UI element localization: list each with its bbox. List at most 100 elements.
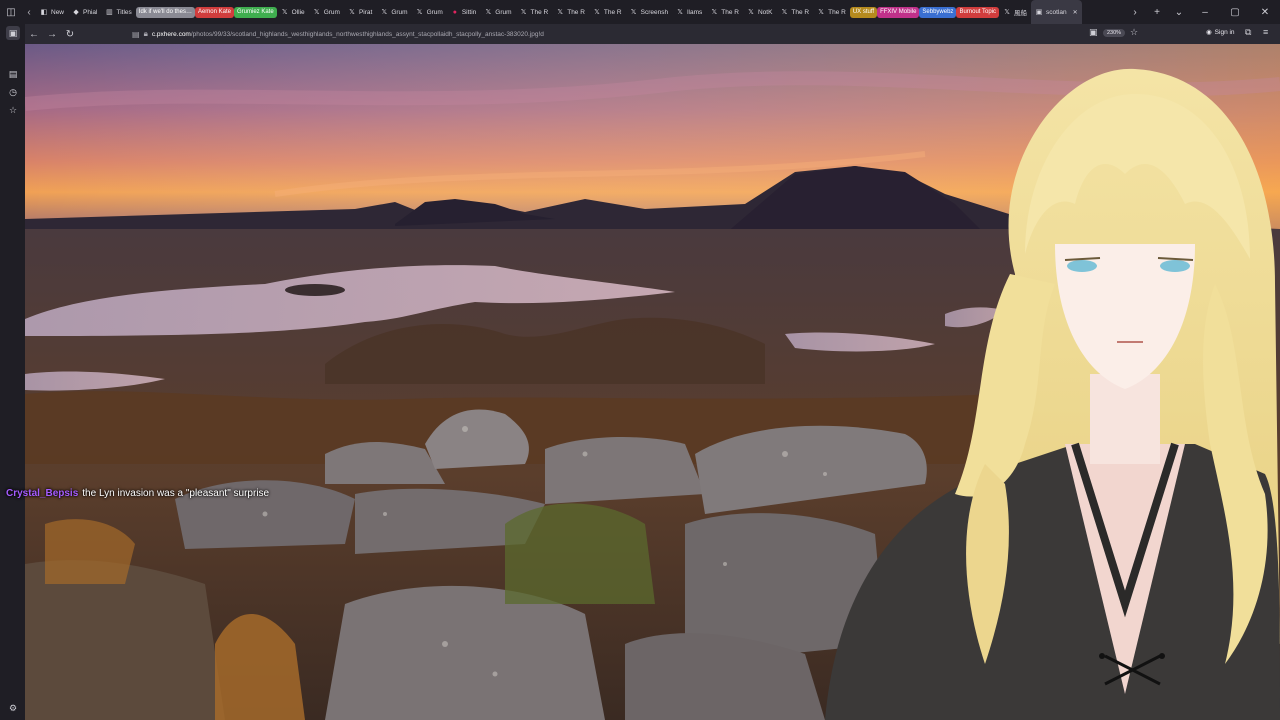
tab-label: Phial — [83, 8, 98, 16]
x-icon: 𝕏 — [748, 9, 754, 16]
tab-9[interactable]: 𝕏 Grum — [376, 0, 411, 24]
browser-sidebar: ▣ ▤ ◷ ☆ ⚙ — [0, 24, 25, 720]
sidebar-library-icon[interactable]: ▤ — [6, 67, 20, 81]
x-icon: 𝕏 — [781, 9, 788, 16]
tab-21[interactable]: 𝕏 The R — [813, 0, 850, 24]
tab-0[interactable]: ◧ New — [36, 0, 68, 24]
tab-group-5[interactable]: Grumiez Kate — [233, 0, 277, 24]
tab-group-4[interactable]: Aemon Kate — [194, 0, 234, 24]
tab-list: ◧ New ◆ Phial ▥ Titles Idk if we'll do thes… Ae… — [36, 0, 1124, 24]
tab-17[interactable]: 𝕏llams — [672, 0, 706, 24]
tab-group-3[interactable]: Idk if we'll do thes… — [135, 0, 195, 24]
tab-19[interactable]: 𝕏 NotK — [743, 0, 776, 24]
x-icon: 𝕏 — [594, 9, 600, 16]
x-icon: 𝕏 — [349, 9, 355, 16]
extensions-icon[interactable]: ⧉ — [1245, 27, 1251, 38]
back-button[interactable]: ← — [25, 29, 43, 40]
tab-26[interactable]: 𝕏 風船 — [999, 0, 1031, 24]
tab-14[interactable]: 𝕏 The R — [552, 0, 589, 24]
tabs-scroll-right-icon[interactable]: › — [1124, 7, 1146, 18]
sidebar-settings-icon[interactable]: ⚙ — [6, 701, 20, 715]
landscape-photo — [25, 44, 1280, 720]
address-bar[interactable]: ▤ 🔒︎ c.pxhere.com/photos/99/33/scotland_… — [132, 27, 1082, 41]
tab-group-label: Aemon Kate — [194, 6, 234, 18]
tab-label: The R — [567, 8, 585, 16]
url-path: /photos/99/33/scotland_highlands_westhig… — [190, 30, 544, 38]
tab-group-23[interactable]: FFXIV Mobile — [877, 0, 920, 24]
tab-label: Screensh — [640, 8, 669, 16]
tab-13[interactable]: 𝕏 The R — [516, 0, 553, 24]
tab-group-22[interactable]: UX stuff — [849, 0, 878, 24]
tab-1[interactable]: ◆ Phial — [68, 0, 101, 24]
x-icon: 𝕏 — [520, 9, 527, 16]
tab-15[interactable]: 𝕏 The R — [589, 0, 626, 24]
tab-20[interactable]: 𝕏 The R — [776, 0, 813, 24]
url-host: c.pxhere.com — [151, 30, 191, 38]
sidebar-tabs-icon[interactable]: ▣ — [6, 26, 20, 40]
x-icon: 𝕏 — [313, 9, 320, 16]
forward-button[interactable]: → — [43, 29, 61, 40]
tab-group-24[interactable]: Sebbywebz — [919, 0, 957, 24]
chat-username: Crystal_Bepsis — [6, 488, 79, 499]
reader-view-icon[interactable]: ▣ — [1089, 27, 1098, 38]
account-icon: ◉ — [1206, 29, 1212, 36]
tab-list-dropdown-icon[interactable]: ⌄ — [1168, 7, 1190, 18]
maximize-button[interactable]: ▢ — [1220, 7, 1250, 18]
tab-label: llams — [687, 8, 703, 16]
sidebar-toggle-icon[interactable]: ◫ — [0, 0, 22, 24]
tab-12[interactable]: 𝕏 Grum — [480, 0, 515, 24]
sidebar-history-icon[interactable]: ◷ — [6, 85, 20, 99]
close-window-button[interactable]: ✕ — [1250, 7, 1280, 18]
sign-in-button[interactable]: ◉ Sign in — [1206, 28, 1235, 37]
browser-icon: ◧ — [40, 9, 48, 16]
tab-label: The R — [721, 8, 739, 16]
tab-label: Ollie — [291, 8, 305, 16]
tab-label: Grum — [426, 8, 443, 16]
tab-label: 風船 — [1014, 10, 1028, 17]
image-icon: ▣ — [1035, 9, 1043, 16]
tab-group-label: Sebbywebz — [919, 6, 957, 18]
new-tab-button[interactable]: + — [1146, 7, 1168, 18]
x-icon: 𝕏 — [381, 9, 388, 16]
tab-group-label: FFXIV Mobile — [877, 6, 920, 18]
tab-18[interactable]: 𝕏 The R — [706, 0, 743, 24]
chat-message-text: the Lyn invasion was a "pleasant" surpri… — [82, 488, 270, 499]
x-icon: 𝕏 — [485, 9, 492, 16]
tab-group-25[interactable]: Burnout Topic — [956, 0, 1000, 24]
shield-icon: ◆ — [73, 9, 79, 16]
tab-8[interactable]: 𝕏 Pirat — [344, 0, 376, 24]
sidebar-bookmarks-icon[interactable]: ☆ — [6, 103, 20, 117]
menu-icon[interactable]: ≡ — [1263, 27, 1268, 37]
chat-message: Crystal_Bepsis the Lyn invasion was a "pl… — [6, 488, 269, 499]
tab-group-label: Burnout Topic — [956, 6, 1000, 18]
tab-7[interactable]: 𝕏 Grum — [309, 0, 344, 24]
reload-button[interactable]: ↻ — [61, 29, 79, 40]
tab-11[interactable]: ● Sittin — [447, 0, 480, 24]
tab-label: Sittin — [461, 8, 477, 16]
tab-2[interactable]: ▥ Titles — [101, 0, 135, 24]
tab-label: The R — [530, 8, 549, 16]
zoom-level-badge[interactable]: 230% — [1103, 29, 1126, 37]
x-icon: 𝕏 — [818, 9, 824, 16]
tab-27[interactable]: ▣ scotlan ✕ — [1031, 0, 1082, 24]
page-info-icon[interactable]: ▤ — [132, 30, 140, 39]
tab-strip: ◫ ‹ ◧ New ◆ Phial ▥ Titles Idk if we'll do the… — [0, 0, 1280, 24]
tab-label: The R — [828, 8, 846, 16]
tab-16[interactable]: 𝕏 Screensh — [626, 0, 672, 24]
tabs-scroll-left-icon[interactable]: ‹ — [22, 7, 36, 18]
tab-group-label: Idk if we'll do thes… — [135, 6, 195, 18]
image-viewer — [25, 44, 1280, 720]
bookmark-star-icon[interactable]: ☆ — [1130, 27, 1138, 38]
tab-group-label: UX stuff — [849, 6, 878, 18]
tab-6[interactable]: 𝕏 Ollie — [277, 0, 309, 24]
navigation-toolbar: ← → ↻ ▤ 🔒︎ c.pxhere.com/photos/99/33/sco… — [0, 24, 1280, 44]
lock-icon[interactable]: 🔒︎ — [144, 29, 148, 39]
sign-in-label: Sign in — [1214, 28, 1235, 36]
x-icon: 𝕏 — [1004, 9, 1010, 16]
tab-10[interactable]: 𝕏 Grum — [412, 0, 447, 24]
tab-label: New — [51, 8, 65, 16]
minimize-button[interactable]: – — [1190, 7, 1220, 18]
doc-icon: ▥ — [106, 9, 113, 16]
close-tab-icon[interactable]: ✕ — [1073, 9, 1078, 16]
record-icon: ● — [452, 8, 457, 16]
